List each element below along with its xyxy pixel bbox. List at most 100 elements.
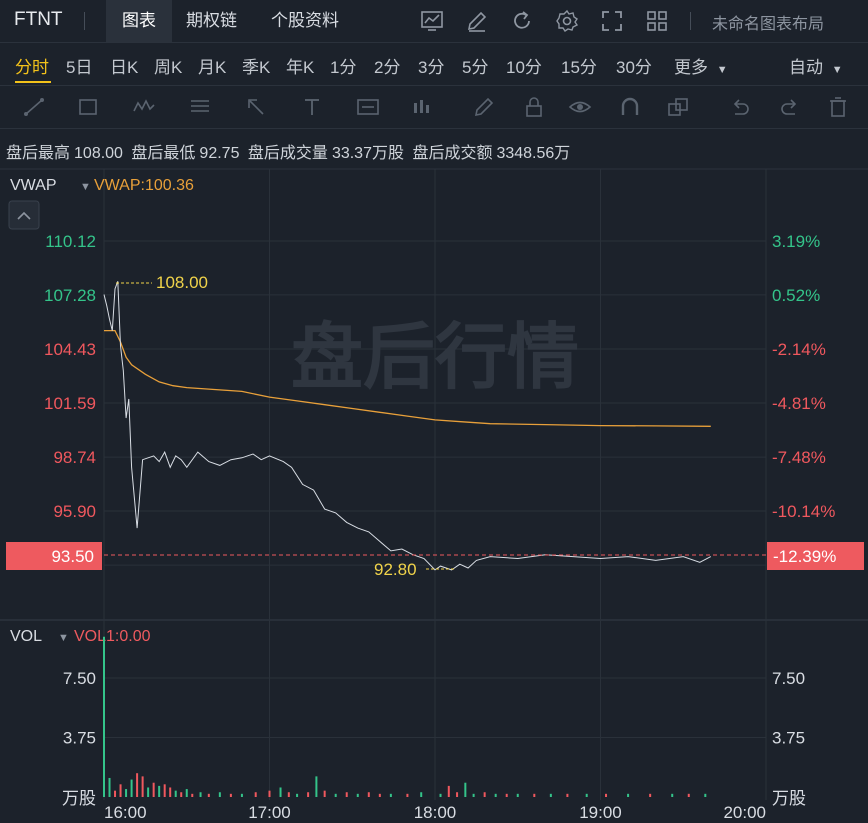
magnet-icon[interactable] [618,95,642,119]
volume-bar [420,792,423,797]
volume-tick-label: 万股 [62,789,96,808]
volume-bar [191,793,194,797]
pct-tick-label: -10.14% [772,502,835,521]
period-more-label: 更多 [674,58,708,77]
volume-bar [585,793,588,797]
gear-icon[interactable] [555,9,579,33]
volume-value: 33.37万股 [331,145,404,162]
volume-bar [494,793,497,797]
period-10min[interactable]: 10分 [506,53,542,78]
period-monthly-k[interactable]: 月K [198,53,226,78]
volume-bar [649,793,652,797]
period-more-dropdown[interactable]: 更多 ▼ [674,53,728,78]
volume-bar [119,784,122,797]
fib-icon[interactable] [188,95,212,119]
price-axis-left: 110.12 107.28 104.43 101.59 98.74 95.90 [44,232,96,521]
undo-icon[interactable] [728,95,752,119]
volume-bar [254,792,257,797]
arrow-icon[interactable] [244,95,268,119]
brush-icon[interactable] [472,95,496,119]
period-15min[interactable]: 15分 [561,53,597,78]
volume-bar [687,793,690,797]
volume-bar [152,782,155,797]
auto-scale-dropdown[interactable]: 自动 ▼ [789,53,843,78]
auto-label: 自动 [789,58,823,77]
volume-bar [180,792,183,797]
watermark: 盘后行情 [291,318,579,398]
volume-bar [207,793,210,797]
period-weekly-k[interactable]: 周K [154,53,182,78]
volume-tick-label: 万股 [772,789,806,808]
volume-bar [389,793,392,797]
volume-bar [378,793,381,797]
vwap-line [104,329,711,427]
measure-icon[interactable] [410,95,434,119]
redo-icon[interactable] [778,95,802,119]
volume-bar [566,793,569,797]
grid-layout-icon[interactable] [645,9,669,33]
volume-bar [704,793,707,797]
top-bar: FTNT 图表 期权链 个股资料 未命名图表布局 [0,0,868,43]
volume-bar [307,792,310,797]
vwap-indicator-label[interactable]: VWAP [10,177,57,194]
active-period-underline [15,81,51,83]
volume-bar [114,790,117,797]
pct-tick-label: 0.52% [772,286,820,305]
layers-icon[interactable] [666,95,690,119]
volume-bar [439,793,442,797]
last-pct-tag [767,542,864,570]
period-daily-k[interactable]: 日K [110,53,138,78]
collapse-button[interactable] [8,200,40,230]
time-tick-label: 20:00 [723,803,766,822]
volume-bar [130,779,133,797]
volume-label: 盘后成交量 [247,145,328,162]
low-label: 盘后最低 [131,145,196,162]
label-icon[interactable] [356,95,380,119]
pattern-icon[interactable] [132,95,156,119]
time-tick-label: 16:00 [104,803,147,822]
volume-bar [279,787,282,797]
period-30min[interactable]: 30分 [616,53,652,78]
divider [690,12,691,30]
period-yearly-k[interactable]: 年K [286,53,314,78]
chart-layout-name[interactable]: 未命名图表布局 [712,10,824,34]
chart-grid [0,168,868,800]
period-1min[interactable]: 1分 [330,53,356,78]
volume-bar [447,785,450,797]
price-axis-right: 3.19% 0.52% -2.14% -4.81% -7.48% -10.14% [772,232,835,521]
period-5min[interactable]: 5分 [462,53,488,78]
volume-bar [671,793,674,797]
period-3min[interactable]: 3分 [418,53,444,78]
chevron-down-icon[interactable]: ▼ [58,632,69,644]
fullscreen-icon[interactable] [600,9,624,33]
tab-company-profile[interactable]: 个股资料 [271,0,339,42]
volume-bar [456,792,459,797]
tab-chart[interactable]: 图表 [106,0,172,42]
trash-icon[interactable] [826,95,850,119]
refresh-icon[interactable] [510,9,534,33]
volume-bar [108,777,111,797]
rectangle-icon[interactable] [76,95,100,119]
chart-settings-icon[interactable] [420,9,444,33]
volume-bar [174,790,177,797]
ticker-symbol[interactable]: FTNT [14,9,63,31]
volume-bar [240,793,243,797]
period-5day[interactable]: 5日 [66,53,92,78]
high-annotation: 108.00 [156,273,208,292]
text-icon[interactable] [300,95,324,119]
volume-bar [147,787,150,797]
period-2min[interactable]: 2分 [374,53,400,78]
tab-options-chain[interactable]: 期权链 [186,0,237,42]
volume-bar [472,793,475,797]
lock-icon[interactable] [522,95,546,119]
volume-bar [287,792,290,797]
period-quarterly-k[interactable]: 季K [242,53,270,78]
trend-line-icon[interactable] [22,95,46,119]
volume-bar [334,793,337,797]
period-intraday[interactable]: 分时 [15,53,49,78]
eye-icon[interactable] [568,95,592,119]
pencil-icon[interactable] [465,9,489,33]
chevron-down-icon[interactable]: ▼ [80,181,91,193]
volume-bar [103,636,105,797]
volume-indicator-label[interactable]: VOL [10,628,42,645]
